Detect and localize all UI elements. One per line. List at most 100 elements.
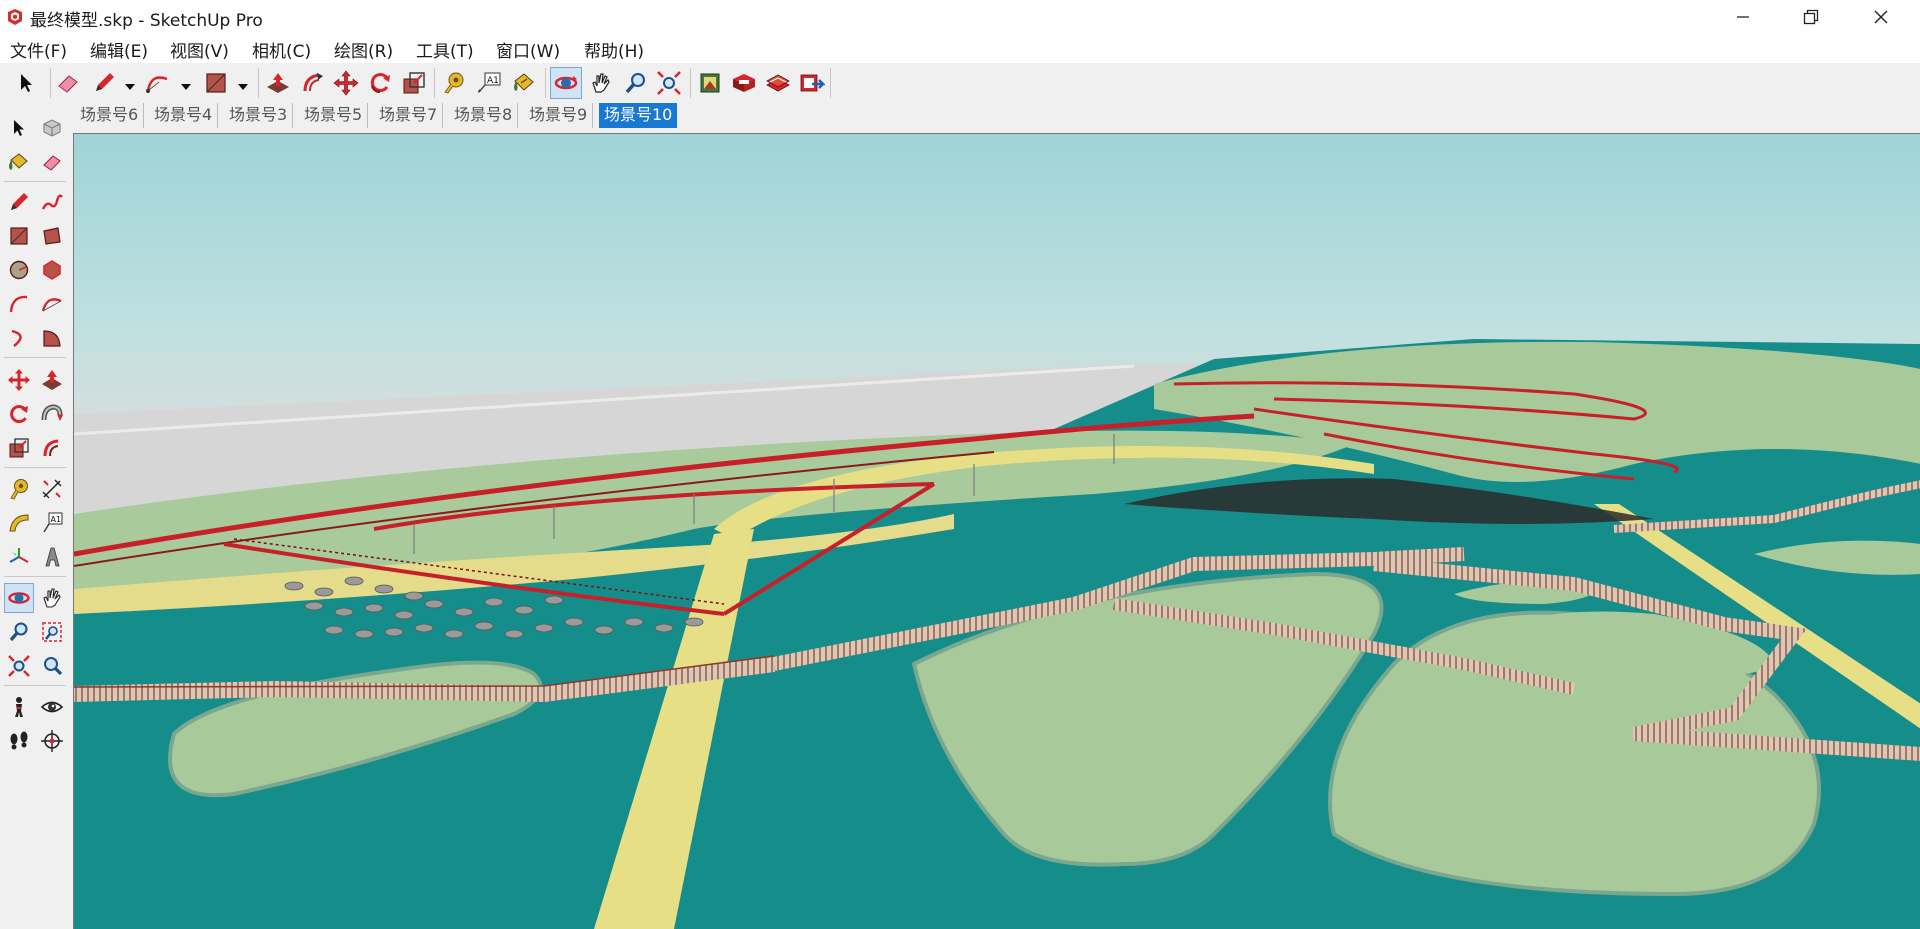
svg-text:A1: A1	[487, 76, 499, 86]
menu-bar: 文件(F) 编辑(E) 视图(V) 相机(C) 绘图(R) 工具(T) 窗口(W…	[0, 33, 1920, 63]
move-tool-button[interactable]	[4, 365, 34, 395]
push-pull-tool-button[interactable]	[262, 67, 294, 99]
select-tool-button[interactable]	[10, 67, 42, 99]
minimize-button[interactable]	[1710, 0, 1776, 33]
rectangle-tool-button[interactable]	[4, 221, 34, 251]
pie-tool-button[interactable]	[37, 323, 67, 353]
menu-tools[interactable]: 工具(T)	[416, 37, 474, 62]
arc-tool-button[interactable]	[4, 289, 34, 319]
zoom-window-tool-button[interactable]	[37, 617, 67, 647]
previous-view-button[interactable]	[37, 651, 67, 681]
protractor-tool-button[interactable]	[4, 508, 34, 538]
rectangle-dropdown-button[interactable]	[237, 78, 249, 90]
pan-tool-button[interactable]	[585, 67, 617, 99]
freehand-squiggle-icon	[41, 194, 63, 210]
eraser-tool-button[interactable]	[37, 147, 67, 177]
move-tool-button[interactable]	[330, 67, 362, 99]
rectangle-icon	[206, 73, 226, 93]
offset-tool-button[interactable]	[297, 67, 329, 99]
orbit-tool-button[interactable]	[550, 67, 582, 99]
rotate-icon	[370, 73, 390, 93]
menu-file[interactable]: 文件(F)	[10, 37, 67, 62]
three-point-arc-icon	[11, 329, 22, 347]
follow-me-tool-button[interactable]	[37, 399, 67, 429]
menu-window[interactable]: 窗口(W)	[496, 37, 560, 62]
component-tool-button[interactable]	[37, 113, 67, 143]
menu-draw[interactable]: 绘图(R)	[334, 37, 393, 62]
walk-tool-button[interactable]	[4, 726, 34, 756]
landscape-model-render	[74, 134, 1920, 929]
offset-tool-button[interactable]	[37, 433, 67, 463]
close-button[interactable]	[1848, 0, 1914, 33]
axes-tool-button[interactable]	[4, 542, 34, 572]
orbit-tool-button[interactable]	[4, 583, 34, 613]
section-plane-tool-button[interactable]	[37, 726, 67, 756]
zoom-extents-tool-button[interactable]	[4, 651, 34, 681]
tape-measure-tool-button[interactable]	[438, 67, 470, 99]
menu-help[interactable]: 帮助(H)	[584, 37, 644, 62]
position-camera-tool-button[interactable]	[4, 692, 34, 722]
scene-tab[interactable]: 场景号3	[224, 103, 294, 128]
previous-view-icon	[44, 657, 63, 676]
warehouse-button[interactable]	[694, 67, 726, 99]
scene-tab[interactable]: 场景号7	[374, 103, 444, 128]
zoom-window-icon	[42, 622, 62, 642]
send-to-layout-button[interactable]	[796, 67, 828, 99]
toolbar-separator	[434, 68, 435, 98]
tape-measure-tool-button[interactable]	[4, 474, 34, 504]
menu-camera[interactable]: 相机(C)	[252, 37, 311, 62]
3d-text-tool-button[interactable]	[37, 542, 67, 572]
scale-tool-button[interactable]	[4, 433, 34, 463]
line-dropdown-button[interactable]	[124, 78, 136, 90]
rectangle-tool-button[interactable]	[200, 67, 232, 99]
scale-tool-button[interactable]	[398, 67, 430, 99]
two-point-arc-tool-button[interactable]	[37, 289, 67, 319]
arc-tool-button[interactable]	[142, 67, 174, 99]
rotated-rectangle-tool-button[interactable]	[37, 221, 67, 251]
menu-view[interactable]: 视图(V)	[170, 37, 229, 62]
circle-tool-button[interactable]	[4, 255, 34, 285]
text-label-icon: A1	[478, 72, 501, 93]
model-viewport[interactable]	[73, 133, 1920, 929]
look-around-tool-button[interactable]	[37, 692, 67, 722]
zoom-extents-tool-button[interactable]	[653, 67, 685, 99]
pan-tool-button[interactable]	[37, 583, 67, 613]
paint-bucket-tool-button[interactable]	[4, 147, 34, 177]
axes-icon	[9, 548, 29, 563]
main-toolbar: A1	[0, 63, 1920, 103]
text-tool-button[interactable]: A1	[473, 67, 505, 99]
position-camera-icon	[15, 697, 23, 717]
line-tool-button[interactable]	[4, 187, 34, 217]
polygon-tool-button[interactable]	[37, 255, 67, 285]
layout-button[interactable]	[762, 67, 794, 99]
rotate-tool-button[interactable]	[4, 399, 34, 429]
scene-tab[interactable]: 场景号8	[449, 103, 519, 128]
extension-warehouse-button[interactable]	[728, 67, 760, 99]
scale-icon	[9, 438, 29, 458]
scene-tab-active[interactable]: 场景号10	[599, 103, 678, 128]
orbit-icon	[554, 76, 578, 90]
freehand-tool-button[interactable]	[37, 187, 67, 217]
rectangle-icon	[10, 227, 28, 245]
push-pull-tool-button[interactable]	[37, 365, 67, 395]
rotate-tool-button[interactable]	[364, 67, 396, 99]
eraser-icon	[58, 75, 78, 93]
scene-tab[interactable]: 场景号9	[524, 103, 594, 128]
three-point-arc-tool-button[interactable]	[4, 323, 34, 353]
menu-edit[interactable]: 编辑(E)	[90, 37, 148, 62]
title-bar: 最终模型.skp - SketchUp Pro	[0, 0, 1920, 33]
scene-tab[interactable]: 场景号6	[75, 103, 145, 128]
eraser-tool-button[interactable]	[52, 67, 84, 99]
svg-text:A1: A1	[51, 515, 62, 524]
line-tool-button[interactable]	[88, 67, 120, 99]
scene-tab[interactable]: 场景号5	[299, 103, 369, 128]
arc-dropdown-button[interactable]	[180, 78, 192, 90]
paint-bucket-tool-button[interactable]	[508, 67, 540, 99]
maximize-button[interactable]	[1778, 0, 1844, 33]
select-tool-button[interactable]	[4, 113, 34, 143]
scene-tab[interactable]: 场景号4	[149, 103, 219, 128]
text-tool-button[interactable]: A1	[37, 508, 67, 538]
zoom-tool-button[interactable]	[620, 67, 652, 99]
zoom-tool-button[interactable]	[4, 617, 34, 647]
dimension-tool-button[interactable]	[37, 474, 67, 504]
